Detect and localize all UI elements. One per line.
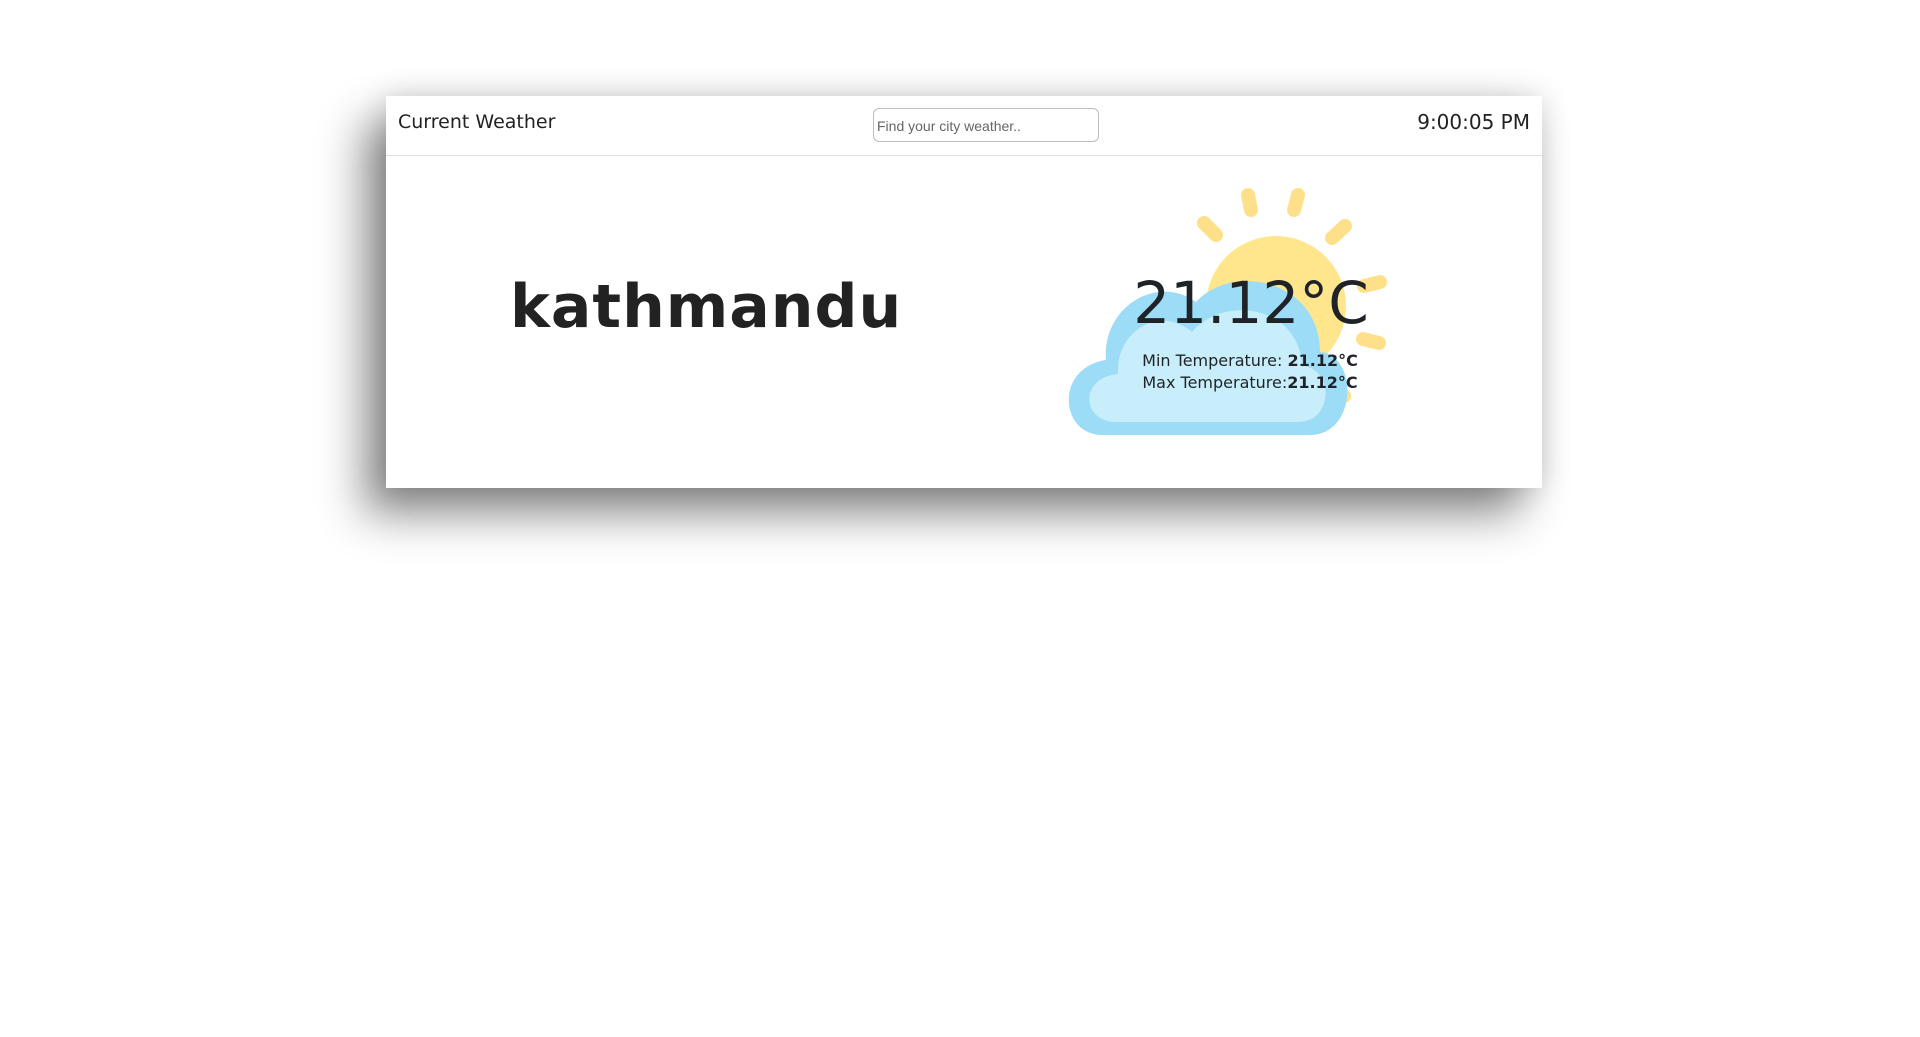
current-temperature: 21.12°C	[1133, 269, 1369, 337]
min-temperature-row: Min Temperature: 21.12°C	[1095, 350, 1405, 372]
clock-time: 9:00:05 PM	[1417, 110, 1530, 134]
min-max-temperature: Min Temperature: 21.12°C Max Temperature…	[1095, 350, 1405, 394]
city-search-input[interactable]	[873, 108, 1099, 142]
sun-ray	[1287, 188, 1305, 217]
min-temperature-value: 21.12°C	[1287, 351, 1358, 370]
weather-card: Current Weather 9:00:05 PM kathmandu 21.…	[386, 96, 1542, 488]
sun-ray	[1356, 332, 1386, 350]
top-bar: Current Weather 9:00:05 PM	[386, 96, 1542, 156]
city-name: kathmandu	[510, 272, 903, 342]
max-temperature-label: Max Temperature:	[1142, 373, 1288, 392]
max-temperature-row: Max Temperature:21.12°C	[1095, 372, 1405, 394]
app-title: Current Weather	[398, 111, 556, 133]
sun-ray	[1241, 188, 1258, 217]
max-temperature-value: 21.12°C	[1287, 373, 1358, 392]
min-temperature-label: Min Temperature:	[1142, 351, 1283, 370]
sun-ray	[1325, 219, 1352, 245]
sun-ray	[1197, 216, 1223, 242]
